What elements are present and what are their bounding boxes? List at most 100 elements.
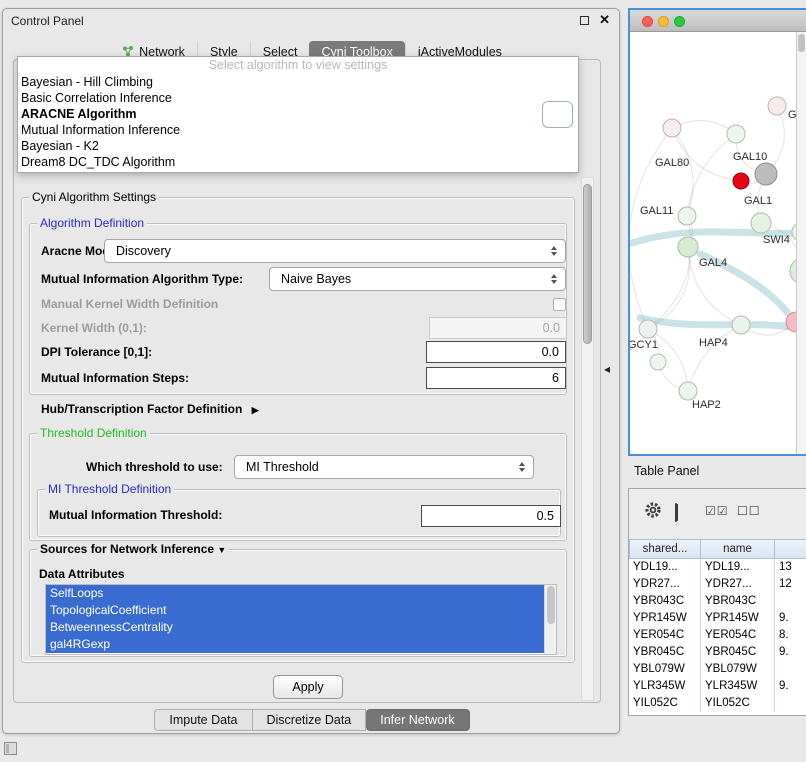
- list-scrollbar[interactable]: [544, 585, 556, 654]
- algorithm-option[interactable]: Basic Correlation Inference: [18, 90, 578, 106]
- settings-scrollbar[interactable]: [581, 177, 594, 701]
- dpi-tolerance-field[interactable]: [426, 341, 566, 363]
- aracne-mode-select[interactable]: Discovery: [104, 239, 566, 263]
- algorithm-option[interactable]: Bayesian - Hill Climbing: [18, 74, 578, 90]
- network-node[interactable]: [732, 316, 750, 334]
- table-row[interactable]: YBR045CYBR045C9.: [629, 644, 806, 661]
- table-cell[interactable]: 9.: [775, 610, 806, 627]
- tab-discretize-data[interactable]: Discretize Data: [253, 709, 367, 731]
- kernel-width-field[interactable]: [429, 317, 567, 339]
- scrollbar-thumb[interactable]: [798, 34, 805, 52]
- table-cell[interactable]: YBR043C: [701, 593, 775, 610]
- network-window-titlebar[interactable]: [630, 10, 806, 32]
- table-cell[interactable]: 13: [775, 559, 806, 576]
- which-threshold-select[interactable]: MI Threshold: [234, 455, 534, 479]
- network-edge[interactable]: [688, 325, 741, 391]
- table-row[interactable]: YBR043CYBR043C: [629, 593, 806, 610]
- select-all-columns-icon[interactable]: ☑☑: [705, 504, 729, 518]
- network-node[interactable]: [639, 320, 657, 338]
- table-cell[interactable]: YBR045C: [629, 644, 701, 661]
- apply-button[interactable]: Apply: [273, 675, 343, 699]
- manual-kernel-checkbox[interactable]: [553, 298, 566, 311]
- table-cell[interactable]: [775, 593, 806, 610]
- scrollbar-thumb[interactable]: [583, 184, 592, 344]
- table-cell[interactable]: YBR045C: [701, 644, 775, 661]
- table-row[interactable]: YPR145WYPR145W9.: [629, 610, 806, 627]
- tab-infer-network[interactable]: Infer Network: [366, 709, 469, 731]
- zoom-traffic-light[interactable]: [674, 16, 685, 27]
- table-row[interactable]: YLR345WYLR345W9.: [629, 678, 806, 695]
- scrollbar-thumb[interactable]: [547, 586, 555, 624]
- table-cell[interactable]: YER054C: [629, 627, 701, 644]
- network-node[interactable]: [663, 119, 681, 137]
- table-row[interactable]: YER054CYER054C8.: [629, 627, 806, 644]
- table-cell[interactable]: YIL052C: [629, 695, 701, 712]
- network-scrollbar[interactable]: [796, 32, 806, 454]
- table-row[interactable]: YIL052CYIL052C: [629, 695, 806, 712]
- table-row[interactable]: YBL079WYBL079W: [629, 661, 806, 678]
- table-cell[interactable]: [775, 661, 806, 678]
- collapse-panel-arrow[interactable]: ◂: [604, 362, 610, 376]
- deselect-all-columns-icon[interactable]: ☐☐: [737, 504, 761, 518]
- network-edge[interactable]: [648, 247, 690, 329]
- attribute-item[interactable]: TopologicalCoefficient: [46, 602, 544, 619]
- restore-panel-icon[interactable]: [4, 742, 17, 755]
- table-cell[interactable]: YLR345W: [629, 678, 701, 695]
- hub-definition-expander[interactable]: Hub/Transcription Factor Definition ▶: [41, 401, 259, 418]
- attribute-item[interactable]: BetweennessCentrality: [46, 619, 544, 636]
- table-cell[interactable]: 9.: [775, 644, 806, 661]
- table-cell[interactable]: YDL19...: [701, 559, 775, 576]
- table-cell[interactable]: YDL19...: [629, 559, 701, 576]
- table-row[interactable]: YDR27...YDR27...12: [629, 576, 806, 593]
- network-node[interactable]: [733, 173, 749, 189]
- network-node[interactable]: [679, 382, 697, 400]
- show-columns-icon[interactable]: [675, 503, 677, 522]
- column-header-name[interactable]: name: [701, 539, 775, 559]
- table-cell[interactable]: YDR27...: [629, 576, 701, 593]
- sources-expander[interactable]: Sources for Network Inference ▼: [37, 542, 229, 558]
- tab-impute-data[interactable]: Impute Data: [154, 709, 252, 731]
- mi-steps-field[interactable]: [426, 367, 566, 389]
- mi-threshold-field[interactable]: [421, 505, 561, 527]
- network-canvas[interactable]: GAL80GAL10GAL11GAL1SWI4GAL4GCY1HAP4HAP2G…: [630, 32, 806, 454]
- network-edge[interactable]: [672, 121, 736, 134]
- minimize-traffic-light[interactable]: [658, 16, 669, 27]
- algorithm-option-selected[interactable]: ARACNE Algorithm: [18, 106, 578, 122]
- table-cell[interactable]: YDR27...: [701, 576, 775, 593]
- float-window-icon[interactable]: [580, 16, 589, 25]
- table-cell[interactable]: 12: [775, 576, 806, 593]
- right-triangle-icon: ▶: [252, 405, 259, 415]
- algorithm-option[interactable]: Dream8 DC_TDC Algorithm: [18, 154, 578, 170]
- algorithm-option[interactable]: Mutual Information Inference: [18, 122, 578, 138]
- column-header-shared-name[interactable]: shared...: [629, 539, 701, 559]
- close-icon[interactable]: ✕: [599, 12, 610, 28]
- mi-type-select[interactable]: Naive Bayes: [269, 267, 566, 291]
- network-node[interactable]: [650, 354, 666, 370]
- network-node[interactable]: [768, 97, 786, 115]
- attribute-item[interactable]: SelfLoops: [46, 585, 544, 602]
- table-cell[interactable]: YBR043C: [629, 593, 701, 610]
- network-node[interactable]: [751, 213, 771, 233]
- close-traffic-light[interactable]: [642, 16, 653, 27]
- attribute-item[interactable]: gal4RGexp: [46, 636, 544, 653]
- network-node[interactable]: [755, 163, 777, 185]
- table-cell[interactable]: YIL052C: [701, 695, 775, 712]
- table-row[interactable]: YDL19...YDL19...13: [629, 559, 806, 576]
- column-header-partial[interactable]: [775, 539, 806, 559]
- network-edge[interactable]: [687, 134, 736, 216]
- table-cell[interactable]: YER054C: [701, 627, 775, 644]
- network-node[interactable]: [678, 207, 696, 225]
- network-node[interactable]: [727, 125, 745, 143]
- table-cell[interactable]: YPR145W: [701, 610, 775, 627]
- table-cell[interactable]: 8.: [775, 627, 806, 644]
- network-node[interactable]: [678, 237, 698, 257]
- table-cell[interactable]: YBL079W: [629, 661, 701, 678]
- gear-icon[interactable]: [643, 500, 663, 525]
- table-cell[interactable]: [775, 695, 806, 712]
- table-cell[interactable]: YLR345W: [701, 678, 775, 695]
- table-cell[interactable]: YPR145W: [629, 610, 701, 627]
- table-cell[interactable]: 9.: [775, 678, 806, 695]
- network-edge-highlighted[interactable]: [640, 318, 806, 330]
- algorithm-option[interactable]: Bayesian - K2: [18, 138, 578, 154]
- table-cell[interactable]: YBL079W: [701, 661, 775, 678]
